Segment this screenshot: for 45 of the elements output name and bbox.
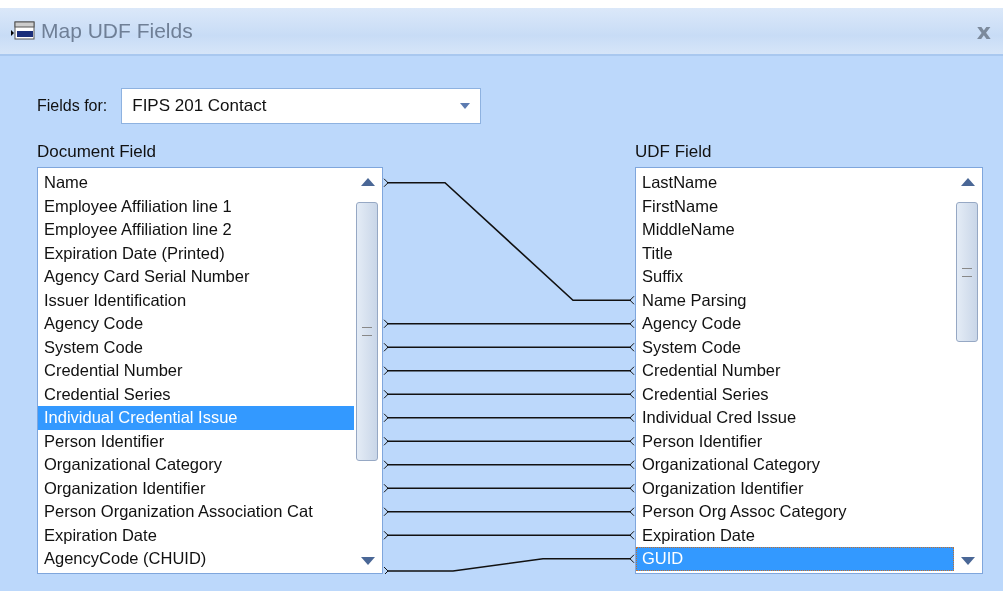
list-item[interactable]: Individual Cred Issue: [636, 406, 954, 430]
list-item[interactable]: Person Identifier: [38, 429, 354, 453]
list-item[interactable]: Credential Series: [38, 382, 354, 406]
list-item[interactable]: AgencyCode (CHUID): [38, 547, 354, 571]
list-item[interactable]: System Code: [636, 335, 954, 359]
list-item[interactable]: Credential Series: [636, 382, 954, 406]
udf-field-label: UDF Field: [635, 142, 712, 163]
list-item[interactable]: Expiration Date: [38, 523, 354, 547]
list-item[interactable]: Organizational Category: [636, 453, 954, 477]
scroll-up-icon[interactable]: [361, 178, 375, 186]
window-title: Map UDF Fields: [41, 19, 193, 43]
list-item[interactable]: Employee Affiliation line 1: [38, 194, 354, 218]
list-item[interactable]: Organization Identifier: [636, 476, 954, 500]
list-item[interactable]: Organizational Category: [38, 453, 354, 477]
scroll-thumb[interactable]: [356, 202, 378, 461]
list-item[interactable]: Credential Number: [636, 359, 954, 383]
list-item[interactable]: Credential Number: [38, 359, 354, 383]
fields-for-label: Fields for:: [37, 97, 108, 115]
list-item[interactable]: Person Identifier: [636, 429, 954, 453]
list-item[interactable]: FirstName: [636, 194, 954, 218]
document-field-label: Document Field: [37, 142, 157, 163]
list-item[interactable]: Name Parsing: [636, 288, 954, 312]
list-item[interactable]: Person Organization Association Cat: [38, 500, 354, 524]
scroll-thumb[interactable]: [956, 202, 978, 342]
list-item[interactable]: LastName: [636, 171, 954, 195]
list-item[interactable]: MiddleName: [636, 218, 954, 242]
list-item[interactable]: Employee Affiliation line 2: [38, 218, 354, 242]
scroll-down-icon[interactable]: [961, 557, 975, 565]
list-item[interactable]: Organization Identifier: [38, 476, 354, 500]
fields-for-dropdown[interactable]: FIPS 201 Contact: [121, 88, 482, 124]
list-item[interactable]: Expiration Date: [636, 523, 954, 547]
list-item[interactable]: System Code: [38, 335, 354, 359]
list-item[interactable]: Agency Code: [636, 312, 954, 336]
list-item[interactable]: Issuer Identification: [38, 288, 354, 312]
list-item[interactable]: Name: [38, 171, 354, 195]
caret-icon: [460, 103, 471, 109]
list-item[interactable]: Title: [636, 241, 954, 265]
form-icon: [11, 21, 35, 41]
scroll-down-icon[interactable]: [361, 557, 375, 565]
list-item[interactable]: Agency Card Serial Number: [38, 265, 354, 289]
list-item[interactable]: Agency Code: [38, 312, 354, 336]
scroll-up-icon[interactable]: [961, 178, 975, 186]
list-item[interactable]: Suffix: [636, 265, 954, 289]
list-item[interactable]: Person Org Assoc Category: [636, 500, 954, 524]
list-item[interactable]: Expiration Date (Printed): [38, 241, 354, 265]
